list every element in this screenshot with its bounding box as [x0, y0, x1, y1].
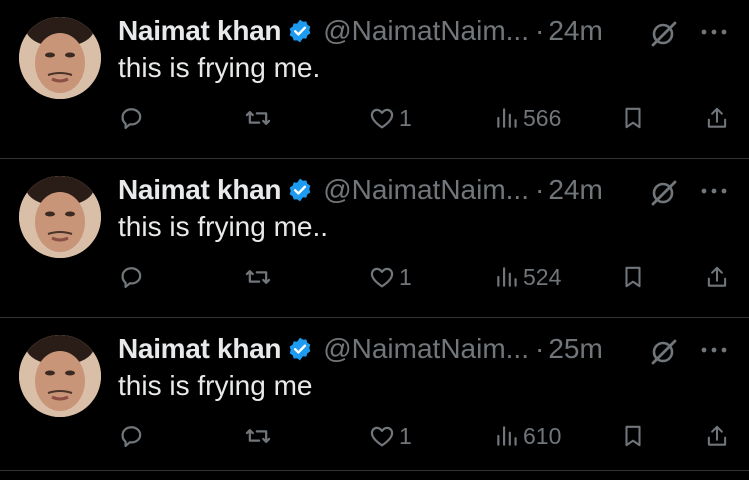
author-name[interactable]: Naimat khan [118, 333, 282, 365]
author-handle[interactable]: @NaimatNaim... [323, 174, 529, 206]
verified-badge-icon [289, 19, 311, 43]
more-horizontal-icon[interactable] [697, 338, 731, 362]
share-button[interactable] [704, 418, 730, 454]
retweet-button[interactable] [244, 100, 272, 136]
reply-button[interactable] [118, 259, 146, 295]
like-button[interactable]: 1 [368, 418, 412, 454]
like-count: 1 [399, 422, 412, 449]
reply-icon [121, 426, 142, 448]
like-button[interactable]: 1 [368, 100, 412, 136]
author-name[interactable]: Naimat khan [118, 174, 282, 206]
timestamp[interactable]: 24m [548, 15, 602, 47]
author-handle[interactable]: @NaimatNaim... [323, 333, 529, 365]
views-chart-icon [497, 426, 517, 446]
share-button[interactable] [704, 100, 730, 136]
more-horizontal-icon[interactable] [697, 179, 731, 203]
avatar[interactable] [19, 176, 101, 258]
retweet-icon [245, 270, 271, 284]
verified-badge-icon [289, 178, 311, 202]
bookmark-icon [625, 266, 641, 288]
share-icon [707, 266, 727, 287]
view-count: 566 [523, 104, 562, 131]
avatar[interactable] [19, 335, 101, 417]
tweet-text: this is frying me.. [118, 211, 329, 242]
tweet-card[interactable]: Naimat khan @NaimatNaim... · 24m this is… [0, 0, 749, 159]
avatar-photo [19, 335, 101, 417]
tweet-text: this is frying me [118, 370, 313, 401]
avatar-photo [19, 176, 101, 258]
bookmark-button[interactable] [620, 418, 646, 454]
heart-icon [370, 267, 394, 288]
reply-button[interactable] [118, 100, 146, 136]
author-name[interactable]: Naimat khan [118, 15, 282, 47]
avatar[interactable] [19, 17, 101, 99]
share-icon [707, 107, 727, 128]
like-count: 1 [399, 263, 412, 290]
heart-icon [370, 426, 394, 447]
views-chart-icon [497, 267, 517, 287]
grok-icon[interactable] [646, 335, 680, 369]
grok-icon[interactable] [646, 17, 680, 51]
timestamp[interactable]: 25m [548, 333, 602, 365]
share-icon [707, 425, 727, 446]
tweet-card[interactable]: Naimat khan @NaimatNaim... · 24m this is… [0, 159, 749, 318]
avatar-photo [19, 17, 101, 99]
author-handle[interactable]: @NaimatNaim... [323, 15, 529, 47]
more-horizontal-icon[interactable] [697, 20, 731, 44]
separator-dot: · [535, 333, 545, 364]
bookmark-button[interactable] [620, 259, 646, 295]
verified-badge-icon [289, 337, 311, 361]
bookmark-button[interactable] [620, 100, 646, 136]
timeline-feed: Naimat khan @NaimatNaim... · 24m this is… [0, 0, 749, 480]
separator-dot: · [535, 174, 545, 205]
reply-icon [121, 267, 142, 289]
retweet-button[interactable] [244, 418, 272, 454]
retweet-button[interactable] [244, 259, 272, 295]
grok-icon[interactable] [646, 176, 680, 210]
views-button[interactable]: 610 [494, 418, 561, 454]
views-button[interactable]: 524 [494, 259, 561, 295]
tweet-header: Naimat khan @NaimatNaim... · 24m [118, 171, 603, 209]
heart-icon [370, 108, 394, 129]
retweet-icon [245, 429, 271, 443]
tweet-header: Naimat khan @NaimatNaim... · 24m [118, 12, 603, 50]
share-button[interactable] [704, 259, 730, 295]
reply-icon [121, 108, 142, 130]
bookmark-icon [625, 107, 641, 129]
like-count: 1 [399, 104, 412, 131]
view-count: 524 [523, 263, 562, 290]
tweet-text: this is frying me. [118, 52, 321, 83]
like-button[interactable]: 1 [368, 259, 412, 295]
timestamp[interactable]: 24m [548, 174, 602, 206]
views-button[interactable]: 566 [494, 100, 561, 136]
tweet-actions: 1 610 [0, 418, 749, 454]
view-count: 610 [523, 422, 562, 449]
reply-button[interactable] [118, 418, 146, 454]
separator-dot: · [535, 15, 545, 46]
tweet-actions: 1 566 [0, 100, 749, 136]
tweet-actions: 1 524 [0, 259, 749, 295]
views-chart-icon [497, 108, 517, 128]
tweet-header: Naimat khan @NaimatNaim... · 25m [118, 330, 603, 368]
bookmark-icon [625, 425, 641, 447]
retweet-icon [245, 111, 271, 125]
tweet-card[interactable]: Naimat khan @NaimatNaim... · 25m this is… [0, 318, 749, 471]
